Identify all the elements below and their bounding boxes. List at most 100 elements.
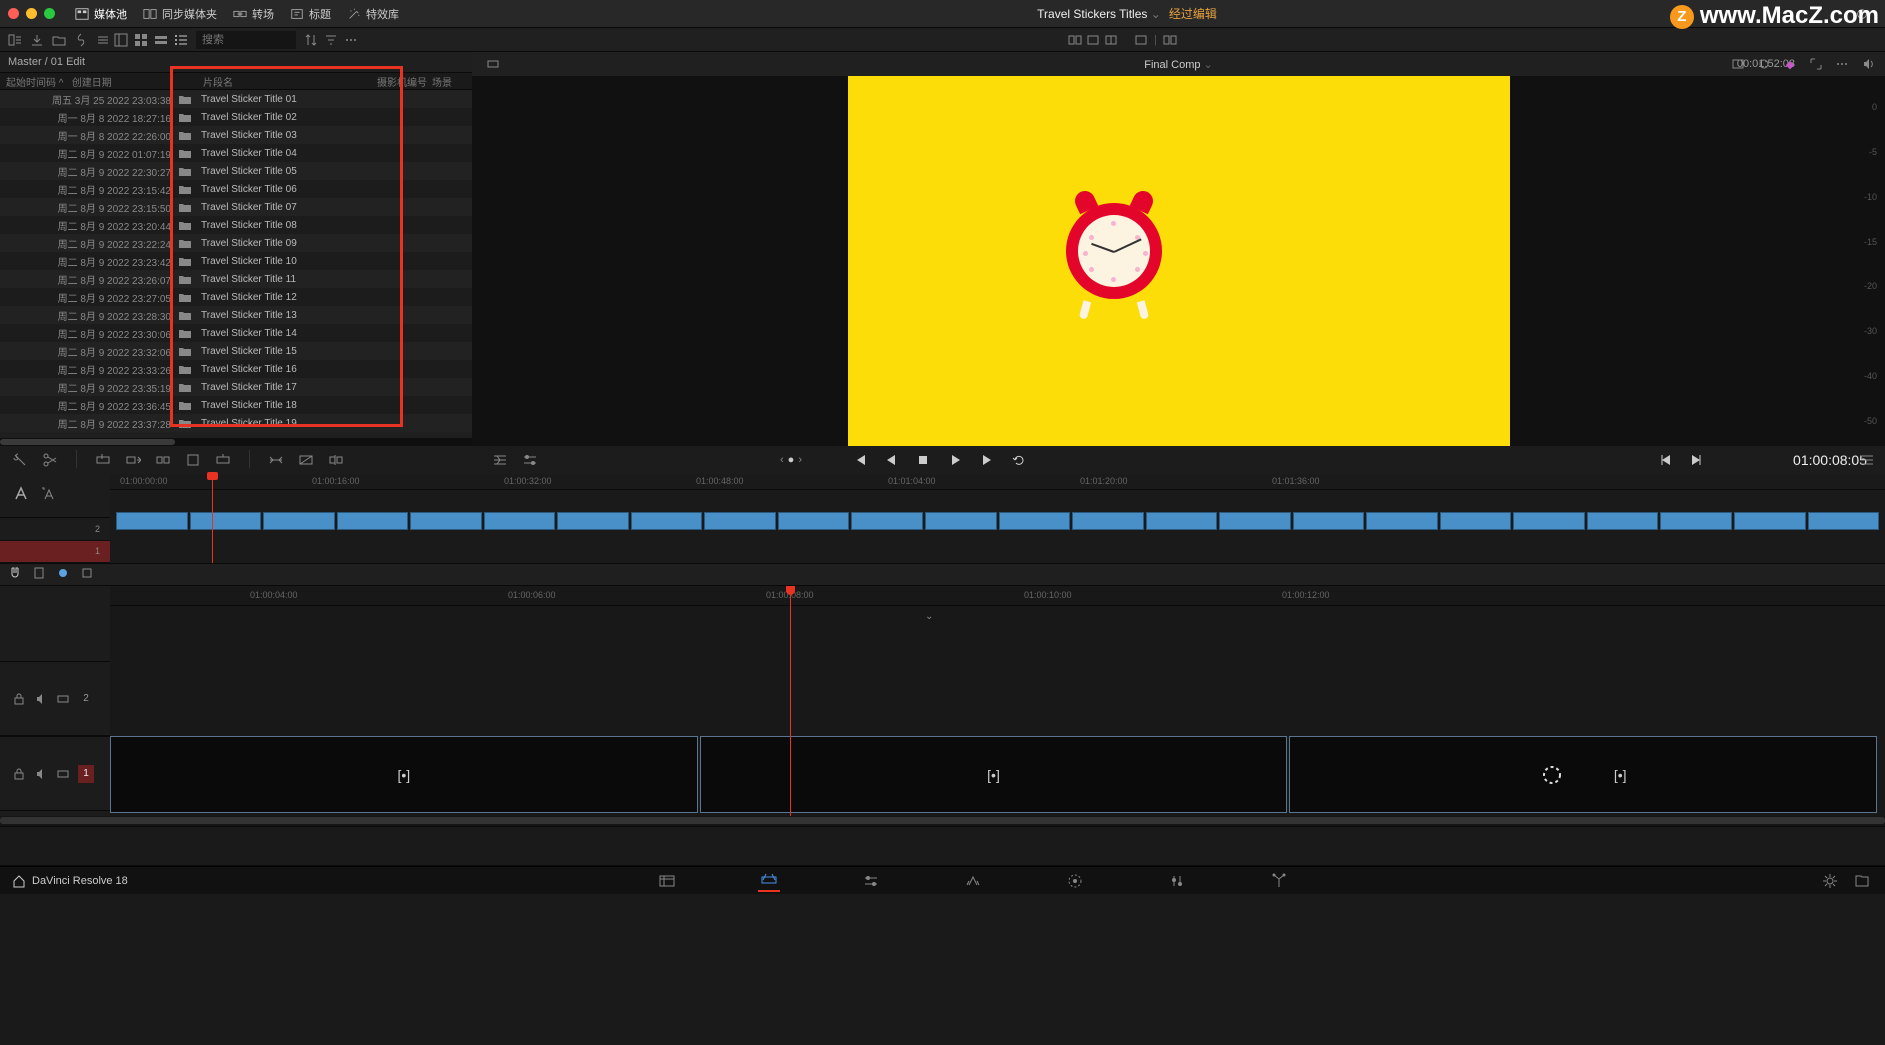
insert-ripple[interactable]	[153, 450, 173, 470]
effects-tab[interactable]: 特效库	[339, 0, 407, 28]
upper-clip[interactable]	[337, 512, 409, 530]
text-tool-a[interactable]	[40, 485, 58, 506]
viewer-left-icon[interactable]	[484, 55, 502, 73]
media-list[interactable]: 周五 3月 25 2022 23:03:38Travel Sticker Tit…	[0, 90, 472, 438]
lock-icon[interactable]	[12, 692, 26, 706]
search-input[interactable]	[196, 31, 296, 49]
first-frame-button[interactable]	[850, 451, 868, 469]
viewer-opt1[interactable]	[1066, 31, 1084, 49]
viewer-audio[interactable]	[1859, 55, 1877, 73]
fairlight-page-tab[interactable]	[1166, 870, 1188, 892]
upper-clip[interactable]	[704, 512, 776, 530]
viewer-dual[interactable]	[1161, 31, 1179, 49]
viewer-menu[interactable]	[1833, 55, 1851, 73]
cut-btn[interactable]	[326, 450, 346, 470]
viewer-single[interactable]	[1132, 31, 1150, 49]
bin-breadcrumb[interactable]: Master / 01 Edit	[0, 52, 472, 72]
magnet-tool[interactable]	[8, 566, 22, 583]
viewer-opt2[interactable]	[1084, 31, 1102, 49]
upper-clip[interactable]	[1660, 512, 1732, 530]
audio-icon[interactable]	[34, 692, 48, 706]
insert-overwrite[interactable]	[93, 450, 113, 470]
media-row[interactable]: 周二 8月 9 2022 23:36:45Travel Sticker Titl…	[0, 396, 472, 414]
viewer-expand[interactable]	[1807, 55, 1825, 73]
flag-tool[interactable]	[80, 566, 94, 583]
upper-clip[interactable]	[631, 512, 703, 530]
jog-dot[interactable]: ●	[788, 454, 795, 466]
timeline-zoom-chevron[interactable]: ⌄	[925, 611, 933, 622]
bin-list-toggle[interactable]	[6, 31, 24, 49]
transition-btn[interactable]	[266, 450, 286, 470]
media-row[interactable]: 周二 8月 9 2022 22:30:27Travel Sticker Titl…	[0, 162, 472, 180]
import-folder-button[interactable]	[50, 31, 68, 49]
viewer-canvas[interactable]	[612, 76, 1745, 446]
viewer-color[interactable]: ◆	[1781, 55, 1799, 73]
track-v1-header[interactable]: 1	[0, 736, 110, 811]
upper-clip[interactable]	[1440, 512, 1512, 530]
lower-ruler[interactable]: 01:00:04:0001:00:06:0001:00:08:0001:00:1…	[110, 586, 1885, 606]
insert-append[interactable]	[123, 450, 143, 470]
edit-page-tab[interactable]	[860, 870, 882, 892]
upper-clip[interactable]	[410, 512, 482, 530]
track-v2-header[interactable]: 2	[0, 661, 110, 736]
viewer-timecode-right[interactable]: 01:00:08:05	[1793, 452, 1867, 468]
upper-clip[interactable]	[1513, 512, 1585, 530]
upper-clip[interactable]	[116, 512, 188, 530]
media-row[interactable]: 周二 8月 9 2022 23:15:50Travel Sticker Titl…	[0, 198, 472, 216]
media-pool-tab[interactable]: 媒体池	[67, 0, 135, 28]
options-button[interactable]	[94, 31, 112, 49]
jog-prev[interactable]: ‹	[780, 454, 784, 466]
import-media-button[interactable]	[28, 31, 46, 49]
filter-button[interactable]	[322, 31, 340, 49]
media-row[interactable]: 周二 8月 9 2022 23:28:30Travel Sticker Titl…	[0, 306, 472, 324]
upper-clip[interactable]	[851, 512, 923, 530]
view-list[interactable]	[172, 31, 190, 49]
link-tool[interactable]	[32, 566, 46, 583]
upper-clip[interactable]	[1587, 512, 1659, 530]
media-row[interactable]: 周二 8月 9 2022 23:26:07Travel Sticker Titl…	[0, 270, 472, 288]
window-traffic-lights[interactable]	[8, 8, 55, 19]
link-button[interactable]	[72, 31, 90, 49]
next-frame-button[interactable]	[978, 451, 996, 469]
upper-clip[interactable]	[1219, 512, 1291, 530]
media-row[interactable]: 周二 8月 9 2022 23:35:19Travel Sticker Titl…	[0, 378, 472, 396]
video-icon[interactable]	[56, 692, 70, 706]
tool-scissors[interactable]	[40, 450, 60, 470]
menu-button[interactable]	[342, 31, 360, 49]
column-headers[interactable]: 起始时间码 ^ 创建日期 片段名 摄影机编号 场景	[0, 72, 472, 90]
stop-button[interactable]	[914, 451, 932, 469]
upper-clip[interactable]	[999, 512, 1071, 530]
viewer-bypass[interactable]	[1755, 55, 1773, 73]
lower-playhead[interactable]	[790, 586, 791, 816]
upper-playhead[interactable]	[212, 474, 213, 563]
jog-next[interactable]: ›	[798, 454, 802, 466]
app-home-label[interactable]: DaVinci Resolve 18	[12, 874, 128, 888]
view-thumb[interactable]	[132, 31, 150, 49]
upper-clip[interactable]	[484, 512, 556, 530]
upper-clip[interactable]	[190, 512, 262, 530]
media-row[interactable]: 周二 8月 9 2022 23:30:06Travel Sticker Titl…	[0, 324, 472, 342]
sync-bin-tab[interactable]: 同步媒体夹	[135, 0, 225, 28]
media-row[interactable]: 周一 8月 8 2022 22:26:00Travel Sticker Titl…	[0, 126, 472, 144]
prev-frame-button[interactable]	[882, 451, 900, 469]
project-title[interactable]: Travel Stickers Titles ⌄	[1037, 7, 1161, 21]
fusion-page-tab[interactable]	[962, 870, 984, 892]
upper-clip[interactable]	[263, 512, 335, 530]
upper-clip[interactable]	[1734, 512, 1806, 530]
media-row[interactable]: 周二 8月 9 2022 23:37:28Travel Sticker Titl…	[0, 414, 472, 432]
media-row[interactable]: 周二 8月 9 2022 23:22:24Travel Sticker Titl…	[0, 234, 472, 252]
lower-clip[interactable]: [•]	[1289, 736, 1877, 813]
media-row[interactable]: 周二 8月 9 2022 01:07:19Travel Sticker Titl…	[0, 144, 472, 162]
insert-source[interactable]	[183, 450, 203, 470]
upper-track-1[interactable]: 1	[0, 541, 110, 564]
video-icon[interactable]	[56, 767, 70, 781]
project-manager-button[interactable]	[1851, 870, 1873, 892]
viewer-safe-area[interactable]	[1729, 55, 1747, 73]
upper-clip[interactable]	[925, 512, 997, 530]
titles-tab[interactable]: 标题	[282, 0, 339, 28]
audio-icon[interactable]	[34, 767, 48, 781]
upper-clip[interactable]	[1293, 512, 1365, 530]
upper-clip[interactable]	[1146, 512, 1218, 530]
upper-clip[interactable]	[1072, 512, 1144, 530]
clips-view[interactable]	[490, 450, 510, 470]
